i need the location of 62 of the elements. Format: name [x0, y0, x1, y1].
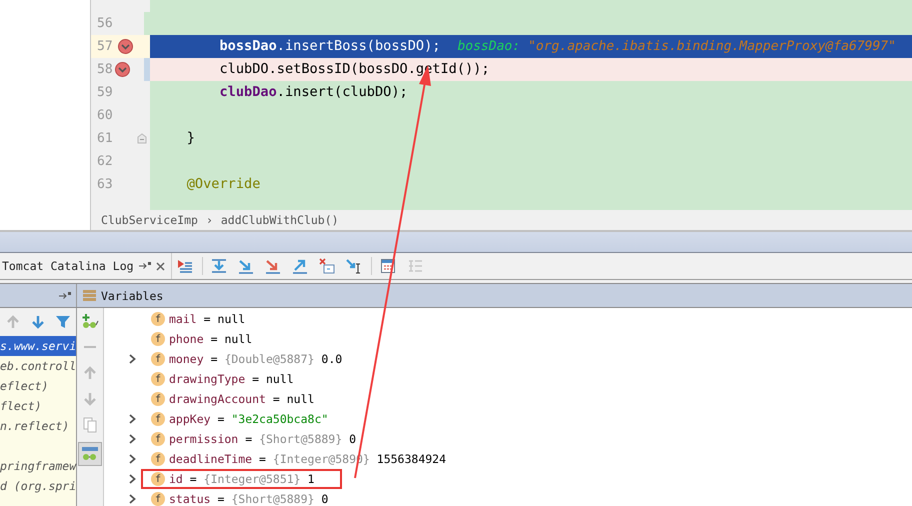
- expand-chevron-icon[interactable]: [128, 354, 136, 364]
- drop-frame-icon[interactable]: [319, 258, 336, 274]
- diagonal-arrow-icon[interactable]: [265, 258, 282, 274]
- variable-entry[interactable]: phone = null: [169, 332, 252, 346]
- stack-frame[interactable]: n.reflect): [0, 416, 76, 436]
- field-badge: f: [151, 492, 165, 506]
- stack-frame[interactable]: d (org.spri: [0, 476, 76, 496]
- code-line: bossDao.insertBoss(bossDO); bossDao: "org.apache.ibatis.binding.MapperProxy@fa67997": [218, 37, 896, 56]
- down-arrow-icon[interactable]: [211, 258, 228, 274]
- code-line: }: [186, 129, 195, 148]
- line-number: 57: [96, 39, 114, 54]
- breadcrumb[interactable]: ClubServiceImp: [101, 213, 198, 227]
- copy-icon[interactable]: [82, 417, 98, 433]
- stack-frame[interactable]: s.www.servi: [0, 336, 76, 356]
- variable-entry[interactable]: money = {Double@5887} 0.0: [169, 352, 342, 366]
- glasses-plus-icon[interactable]: [81, 313, 99, 329]
- field-badge: f: [151, 312, 165, 326]
- code-line: @Override: [186, 175, 260, 194]
- stack-frame[interactable]: eflect): [0, 376, 76, 396]
- variable-entry[interactable]: permission = {Short@5889} 0: [169, 432, 356, 446]
- field-badge: f: [151, 332, 165, 346]
- field-badge: f: [151, 432, 165, 446]
- field-badge: f: [151, 352, 165, 366]
- variable-entry[interactable]: appKey = "3e2ca50bca8c": [169, 412, 328, 426]
- log-tab[interactable]: Tomcat Catalina Log: [0, 253, 172, 279]
- breadcrumb-separator: ›: [206, 213, 213, 227]
- glasses-icon[interactable]: [81, 446, 99, 462]
- line-number: 63: [96, 177, 114, 192]
- execution-point-icon[interactable]: [177, 258, 194, 274]
- code-line: clubDao.insert(clubDO);: [218, 83, 408, 102]
- variable-entry[interactable]: drawingType = null: [169, 372, 294, 386]
- variable-entry[interactable]: drawingAccount = null: [169, 392, 314, 406]
- up-arrow-icon[interactable]: [292, 258, 308, 274]
- breadcrumb[interactable]: addClubWithClub(): [220, 213, 339, 227]
- line-number: 58: [96, 62, 114, 77]
- filter-icon[interactable]: [55, 314, 72, 330]
- breakpoint-icon[interactable]: [114, 62, 130, 77]
- field-badge: f: [151, 472, 165, 486]
- line-number: 60: [96, 108, 114, 123]
- line-number: 59: [96, 85, 114, 100]
- variable-entry[interactable]: status = {Short@5889} 0: [169, 492, 328, 506]
- tab-label: Tomcat Catalina Log: [2, 259, 134, 273]
- panel-title: Variables: [101, 288, 164, 302]
- pin-icon[interactable]: [59, 290, 71, 300]
- pin-icon[interactable]: [138, 261, 151, 271]
- cursor-arrow-icon[interactable]: [346, 258, 362, 274]
- line-number: 62: [96, 154, 114, 169]
- fold-icon[interactable]: [136, 133, 147, 144]
- line-number: 56: [96, 16, 114, 31]
- field-badge: f: [151, 452, 165, 466]
- diagonal-arrow-icon[interactable]: [238, 258, 254, 274]
- variable-entry[interactable]: id = {Integer@5851} 1: [169, 472, 314, 486]
- stack-frame[interactable]: eb.controll: [0, 356, 76, 376]
- stack-frame[interactable]: flect): [0, 396, 76, 416]
- field-badge: f: [151, 372, 165, 386]
- field-badge: f: [151, 392, 165, 406]
- variable-entry[interactable]: mail = null: [169, 312, 246, 326]
- close-icon[interactable]: [156, 262, 165, 270]
- line-number: 61: [96, 131, 114, 146]
- down-arrow-icon[interactable]: [30, 314, 46, 330]
- field-badge: f: [151, 412, 165, 426]
- breakpoint-icon[interactable]: [118, 39, 134, 54]
